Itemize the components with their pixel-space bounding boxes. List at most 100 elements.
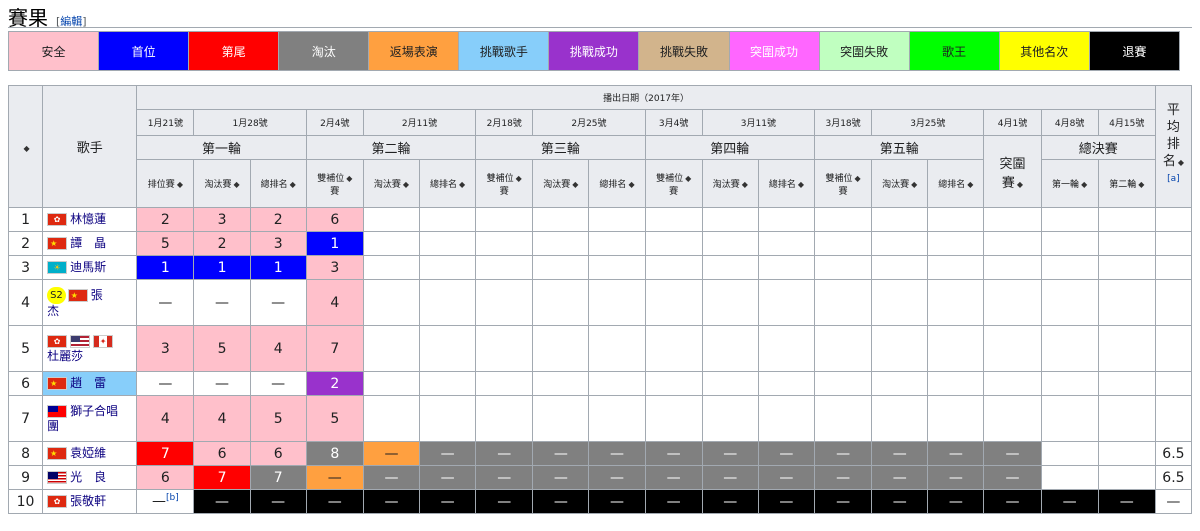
sub-header-double[interactable]: 雙補位 ◆ 賽 <box>305 159 364 208</box>
singer-name-link[interactable]: 迪馬斯 <box>70 260 106 274</box>
avg-ref-link[interactable]: [a] <box>1167 174 1180 184</box>
sub-header-elim[interactable]: 淘汰賽 ◆ <box>532 159 590 208</box>
result-cell: 2 <box>249 207 307 232</box>
singer-name-link[interactable]: 袁婭維 <box>70 446 106 460</box>
result-cell <box>475 279 534 326</box>
sub-header-double[interactable]: 雙補位 ◆ 賽 <box>475 159 534 208</box>
result-cell <box>927 279 985 326</box>
result-cell: 6 <box>136 465 195 490</box>
flag-cn-icon: ★ <box>47 237 68 250</box>
row-index: 10 <box>7 489 44 514</box>
result-cell <box>871 279 929 326</box>
legend-row: 安全 首位 第尾 淘汰 返場表演 挑戰歌手 挑戰成功 挑戰失敗 突圍成功 突圍失敗 歌王 其他名次 退賽 <box>7 31 1181 71</box>
result-cell: — <box>983 441 1042 466</box>
result-cell: — <box>475 441 534 466</box>
sub-header-elim[interactable]: 淘汰賽 ◆ <box>871 159 929 208</box>
result-cell <box>532 207 590 232</box>
singer-name-link[interactable]: 杜麗莎 <box>47 349 83 363</box>
result-cell <box>1040 255 1099 280</box>
result-cell <box>701 231 759 256</box>
result-cell <box>532 279 590 326</box>
result-cell <box>1040 231 1099 256</box>
result-cell <box>701 255 759 280</box>
legend-item: 挑戰歌手 <box>458 31 550 71</box>
sub-header-elim[interactable]: 淘汰賽 ◆ <box>362 159 421 208</box>
table-row: 4 S2 ★ 張杰 — — —4 <box>7 279 1193 326</box>
row-index: 6 <box>7 371 44 396</box>
sub-header-ranking[interactable]: 排位賽 ◆ <box>136 159 195 208</box>
result-cell <box>532 231 590 256</box>
result-cell <box>475 207 534 232</box>
result-cell <box>644 395 703 442</box>
result-cell: — <box>419 465 477 490</box>
flag-hk-icon: ✿ <box>47 213 68 226</box>
singer-name-link[interactable]: 林憶蓮 <box>70 212 106 226</box>
singer-name-link[interactable]: 團 <box>47 419 59 433</box>
date-5: 2月18號 <box>475 109 534 136</box>
singer-name-link[interactable]: 杰 <box>47 304 59 318</box>
result-cell: — <box>136 371 195 396</box>
col-index-header[interactable]: ◆ <box>7 85 44 208</box>
result-cell <box>1097 325 1156 372</box>
result-cell: — <box>136 279 195 326</box>
col-singer-header[interactable]: 歌手 <box>42 85 138 208</box>
sub-header-elim[interactable]: 淘汰賽 ◆ <box>193 159 251 208</box>
result-cell <box>871 231 929 256</box>
singer-name-link[interactable]: 譚 晶 <box>70 236 106 250</box>
result-cell <box>362 395 421 442</box>
col-avg-header[interactable]: 平均排名 ◆ [a] <box>1154 85 1193 208</box>
result-cell <box>644 231 703 256</box>
result-cell <box>419 255 477 280</box>
singer-name-link[interactable]: 張敬軒 <box>70 494 106 508</box>
sub-header-final-2[interactable]: 第二輪 ◆ <box>1097 159 1156 208</box>
result-cell <box>588 207 646 232</box>
result-cell <box>983 207 1042 232</box>
sub-header-final-1[interactable]: 第一輪 ◆ <box>1040 159 1099 208</box>
result-cell <box>701 279 759 326</box>
result-cell: 4 <box>193 395 251 442</box>
sub-header-total[interactable]: 總排名 ◆ <box>757 159 816 208</box>
result-cell <box>983 231 1042 256</box>
flag-tw-icon <box>47 404 68 418</box>
legend-item: 歌王 <box>908 31 1000 71</box>
result-cell: 2 <box>193 231 251 256</box>
sub-header-total[interactable]: 總排名 ◆ <box>588 159 646 208</box>
singer-name-link[interactable]: 張 <box>91 288 103 302</box>
result-cell <box>813 395 873 442</box>
result-cell <box>701 207 759 232</box>
result-cell <box>1040 325 1099 372</box>
legend-item: 突圍失敗 <box>818 31 910 71</box>
singer-name-link[interactable]: 光 良 <box>70 470 106 484</box>
result-cell: 6 <box>193 441 251 466</box>
result-cell <box>644 279 703 326</box>
sub-header-elim[interactable]: 淘汰賽 ◆ <box>701 159 759 208</box>
result-cell: 7 <box>193 465 251 490</box>
result-cell: 1 <box>249 255 307 280</box>
result-cell: — <box>419 441 477 466</box>
result-cell <box>927 325 985 372</box>
sub-header-total[interactable]: 總排名 ◆ <box>249 159 307 208</box>
sub-header-double[interactable]: 雙補位 ◆ 賽 <box>813 159 873 208</box>
sub-header-double[interactable]: 雙補位 ◆ 賽 <box>644 159 703 208</box>
result-cell <box>1097 255 1156 280</box>
result-cell: — <box>871 489 929 514</box>
sub-header-total[interactable]: 總排名 ◆ <box>927 159 985 208</box>
result-cell <box>813 255 873 280</box>
sub-header-total[interactable]: 總排名 ◆ <box>419 159 477 208</box>
breakout-header[interactable]: 突圍賽 ◆ <box>983 135 1042 208</box>
singer-name-link[interactable]: 趙 雷 <box>70 376 106 390</box>
avg-rank-cell <box>1154 395 1193 442</box>
result-cell <box>1097 207 1156 232</box>
result-cell <box>757 325 816 372</box>
result-cell: 3 <box>305 255 364 280</box>
ref-link[interactable]: [b] <box>166 493 179 503</box>
result-cell <box>1040 395 1099 442</box>
result-cell <box>644 325 703 372</box>
result-cell <box>588 255 646 280</box>
result-cell: — <box>588 441 646 466</box>
result-cell <box>757 395 816 442</box>
singer-name-link[interactable]: 獅子合唱 <box>70 404 118 418</box>
result-cell <box>362 279 421 326</box>
result-cell: — <box>757 441 816 466</box>
results-table: ◆ 歌手 播出日期（2017年） 平均排名 ◆ [a] 1月21號 1月28號 2月… <box>7 85 1193 514</box>
